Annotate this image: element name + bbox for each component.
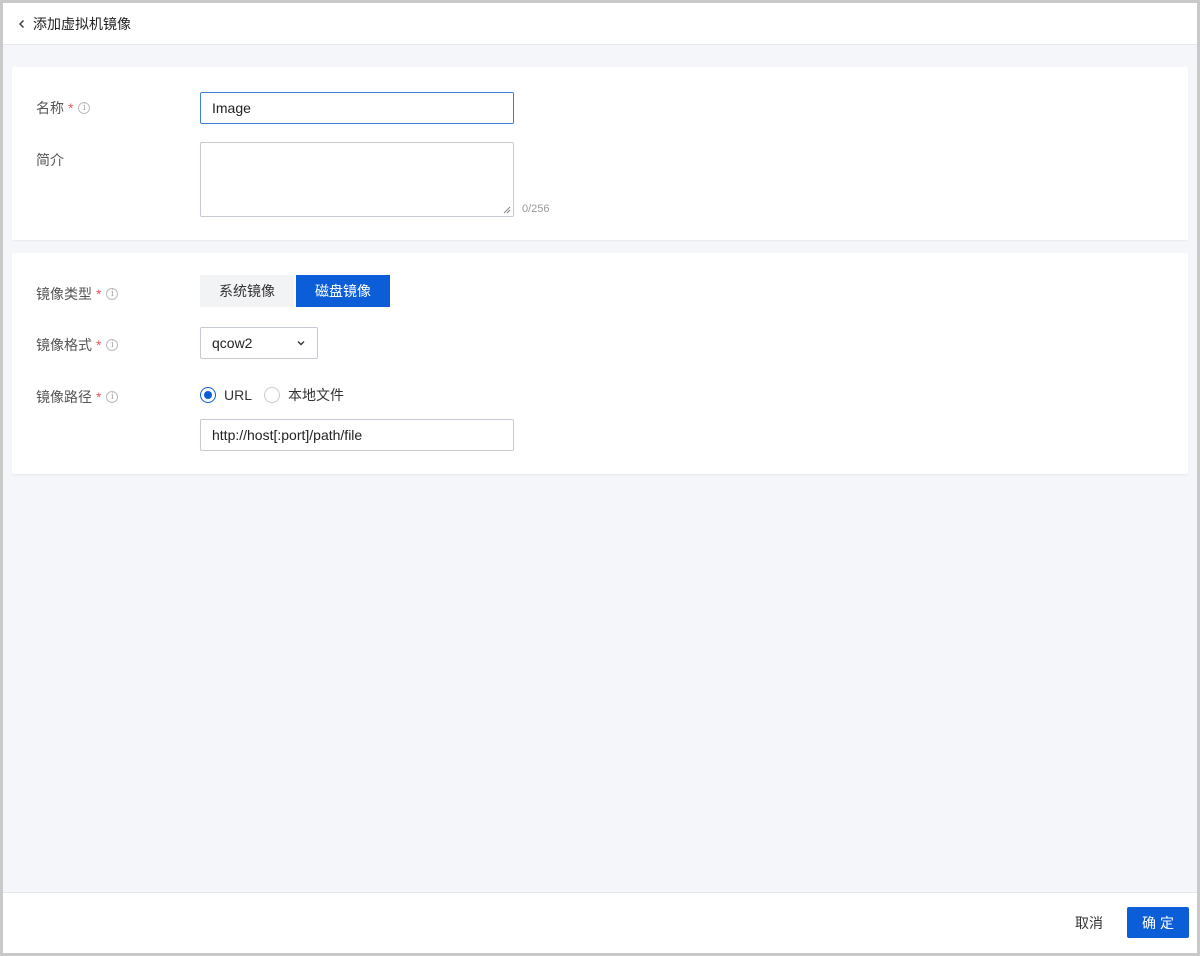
image-type-label: 镜像类型 xyxy=(36,286,92,302)
type-label-row: 镜像类型 * i xyxy=(36,284,119,304)
path-label-row: 镜像路径 * i xyxy=(36,387,119,407)
radio-dot[interactable] xyxy=(200,387,216,403)
system-image-option[interactable]: 系统镜像 xyxy=(200,275,294,307)
info-icon[interactable]: i xyxy=(106,391,119,403)
chevron-down-icon xyxy=(296,335,306,351)
top-bar: 添加虚拟机镜像 xyxy=(3,3,1197,45)
info-icon[interactable]: i xyxy=(106,339,119,351)
path-source-radio-group: URL 本地文件 xyxy=(200,385,356,405)
format-select-value: qcow2 xyxy=(212,335,253,351)
resize-grip-icon[interactable] xyxy=(503,206,511,214)
url-input[interactable] xyxy=(200,419,514,451)
cancel-button[interactable]: 取消 xyxy=(1071,908,1107,938)
confirm-button[interactable]: 确定 xyxy=(1127,907,1189,938)
format-label-row: 镜像格式 * i xyxy=(36,335,119,355)
local-file-radio[interactable]: 本地文件 xyxy=(264,385,344,405)
url-radio[interactable]: URL xyxy=(200,387,252,403)
info-icon[interactable]: i xyxy=(78,102,91,114)
char-counter: 0/256 xyxy=(522,203,550,215)
image-format-label: 镜像格式 xyxy=(36,337,92,353)
radio-dot[interactable] xyxy=(264,387,281,403)
required-mark: * xyxy=(96,286,102,302)
description-textarea[interactable] xyxy=(200,142,514,217)
page-title: 添加虚拟机镜像 xyxy=(33,15,131,32)
desc-label-row: 简介 xyxy=(36,150,64,170)
disk-image-option[interactable]: 磁盘镜像 xyxy=(296,275,390,307)
url-radio-label: URL xyxy=(224,387,253,403)
desc-label: 简介 xyxy=(36,152,64,168)
local-file-radio-label: 本地文件 xyxy=(288,387,345,403)
image-type-segmented: 系统镜像 磁盘镜像 xyxy=(200,275,390,307)
chevron-left-icon xyxy=(13,15,31,33)
required-mark: * xyxy=(96,337,102,353)
name-label: 名称 xyxy=(36,100,64,116)
name-label-row: 名称 * i xyxy=(36,98,91,118)
info-icon[interactable]: i xyxy=(106,288,119,300)
image-path-label: 镜像路径 xyxy=(36,389,92,405)
footer-bar: 取消 确定 xyxy=(3,892,1197,953)
required-mark: * xyxy=(68,100,74,116)
format-select[interactable]: qcow2 xyxy=(200,327,318,359)
name-input[interactable] xyxy=(200,92,514,124)
back-button[interactable]: 添加虚拟机镜像 xyxy=(3,3,131,44)
basic-info-card: 名称 * i 简介 0/256 xyxy=(12,67,1188,240)
required-mark: * xyxy=(96,389,102,405)
image-settings-card: 镜像类型 * i 系统镜像 磁盘镜像 镜像格式 * i qcow2 镜像路径 *… xyxy=(12,253,1188,474)
page-frame: 添加虚拟机镜像 名称 * i 简介 0/256 镜像类型 * i 系统镜像 磁盘… xyxy=(0,0,1200,956)
